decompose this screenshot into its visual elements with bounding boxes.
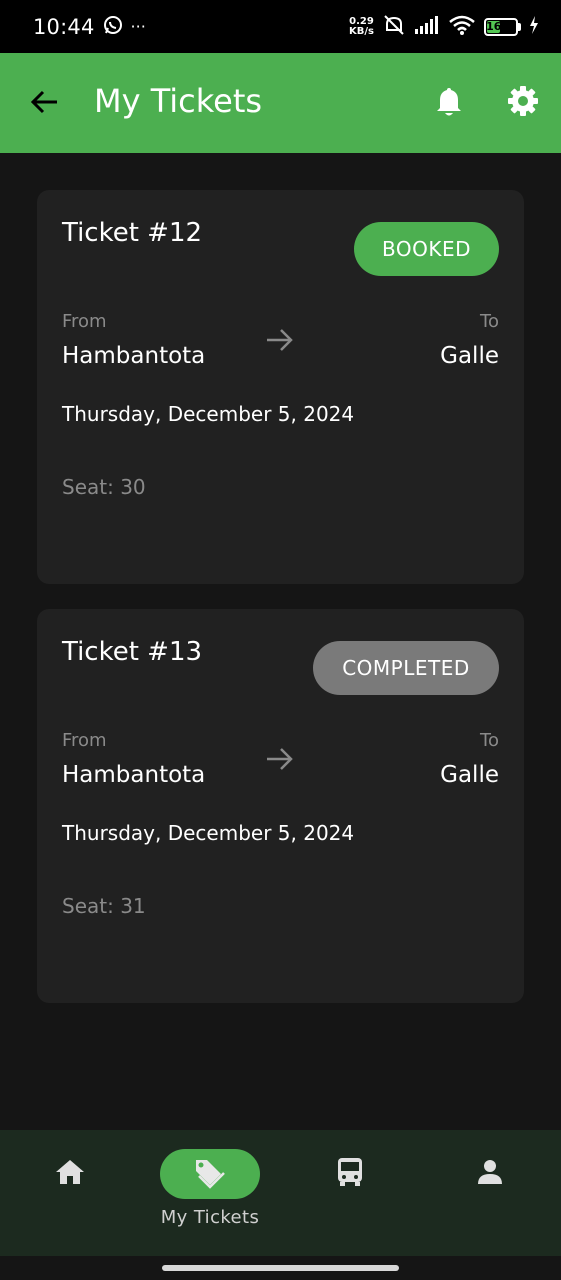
whatsapp-icon [103,15,123,39]
origin-value: Hambantota [62,762,206,788]
destination-value: Galle [440,762,499,788]
app-bar: My Tickets [0,53,561,153]
ticket-title: Ticket #12 [62,218,203,248]
status-badge: BOOKED [354,222,499,276]
seat-number: Seat: 30 [62,475,146,499]
bell-icon [435,86,463,122]
nav-item-bus[interactable] [320,1130,380,1256]
ticket-card[interactable]: Ticket #13 COMPLETED From To Hambantota … [37,609,524,1003]
ticket-card[interactable]: Ticket #12 BOOKED From To Hambantota Gal… [37,190,524,584]
nav-icon-container [320,1149,380,1199]
page-title: My Tickets [94,82,263,120]
from-label: From [62,730,107,751]
net-speed-unit: KB/s [349,25,374,37]
wifi-icon [448,14,476,40]
nav-item-home[interactable] [40,1130,100,1256]
muted-alarm-icon [382,14,406,40]
arrow-left-icon [29,89,59,119]
battery-level: 16 [486,20,502,33]
status-right: 0.29 KB/s 16 [349,14,539,40]
home-icon [55,1159,85,1189]
status-bar: 10:44 ··· 0.29 KB/s 16 [0,0,561,53]
nav-icon-container [460,1149,520,1199]
net-speed-value: 0.29 [349,15,374,27]
nav-item-profile[interactable] [460,1130,520,1256]
gesture-home-bar[interactable] [162,1265,399,1271]
status-time: 10:44 [33,14,95,39]
travel-date: Thursday, December 5, 2024 [62,402,355,426]
arrow-right-icon [265,327,295,353]
net-speed: 0.29 KB/s [349,15,374,37]
settings-button[interactable] [506,86,540,120]
status-badge: COMPLETED [313,641,499,695]
from-label: From [62,311,107,332]
signal-icon [414,15,440,39]
bottom-navigation: My Tickets [0,1130,561,1256]
to-label: To [480,311,499,332]
status-left: 10:44 ··· [33,15,146,39]
charging-icon [529,15,539,38]
gear-icon [507,85,539,121]
more-notifications-icon: ··· [130,17,146,36]
ticket-tag-icon [193,1154,227,1194]
battery-body: 16 [484,17,518,36]
back-button[interactable] [28,89,60,119]
nav-label-my-tickets: My Tickets [160,1207,260,1228]
travel-date: Thursday, December 5, 2024 [62,821,355,845]
notifications-button[interactable] [433,87,465,121]
bus-icon [336,1156,364,1192]
nav-icon-container-active [160,1149,260,1199]
battery-tip [518,22,521,31]
seat-number: Seat: 31 [62,894,146,918]
battery-indicator: 16 [484,17,521,36]
nav-icon-container [40,1149,100,1199]
ticket-title: Ticket #13 [62,637,203,667]
nav-item-my-tickets[interactable]: My Tickets [150,1130,270,1256]
to-label: To [480,730,499,751]
person-icon [476,1158,504,1190]
destination-value: Galle [440,343,499,369]
arrow-right-icon [265,746,295,772]
origin-value: Hambantota [62,343,206,369]
